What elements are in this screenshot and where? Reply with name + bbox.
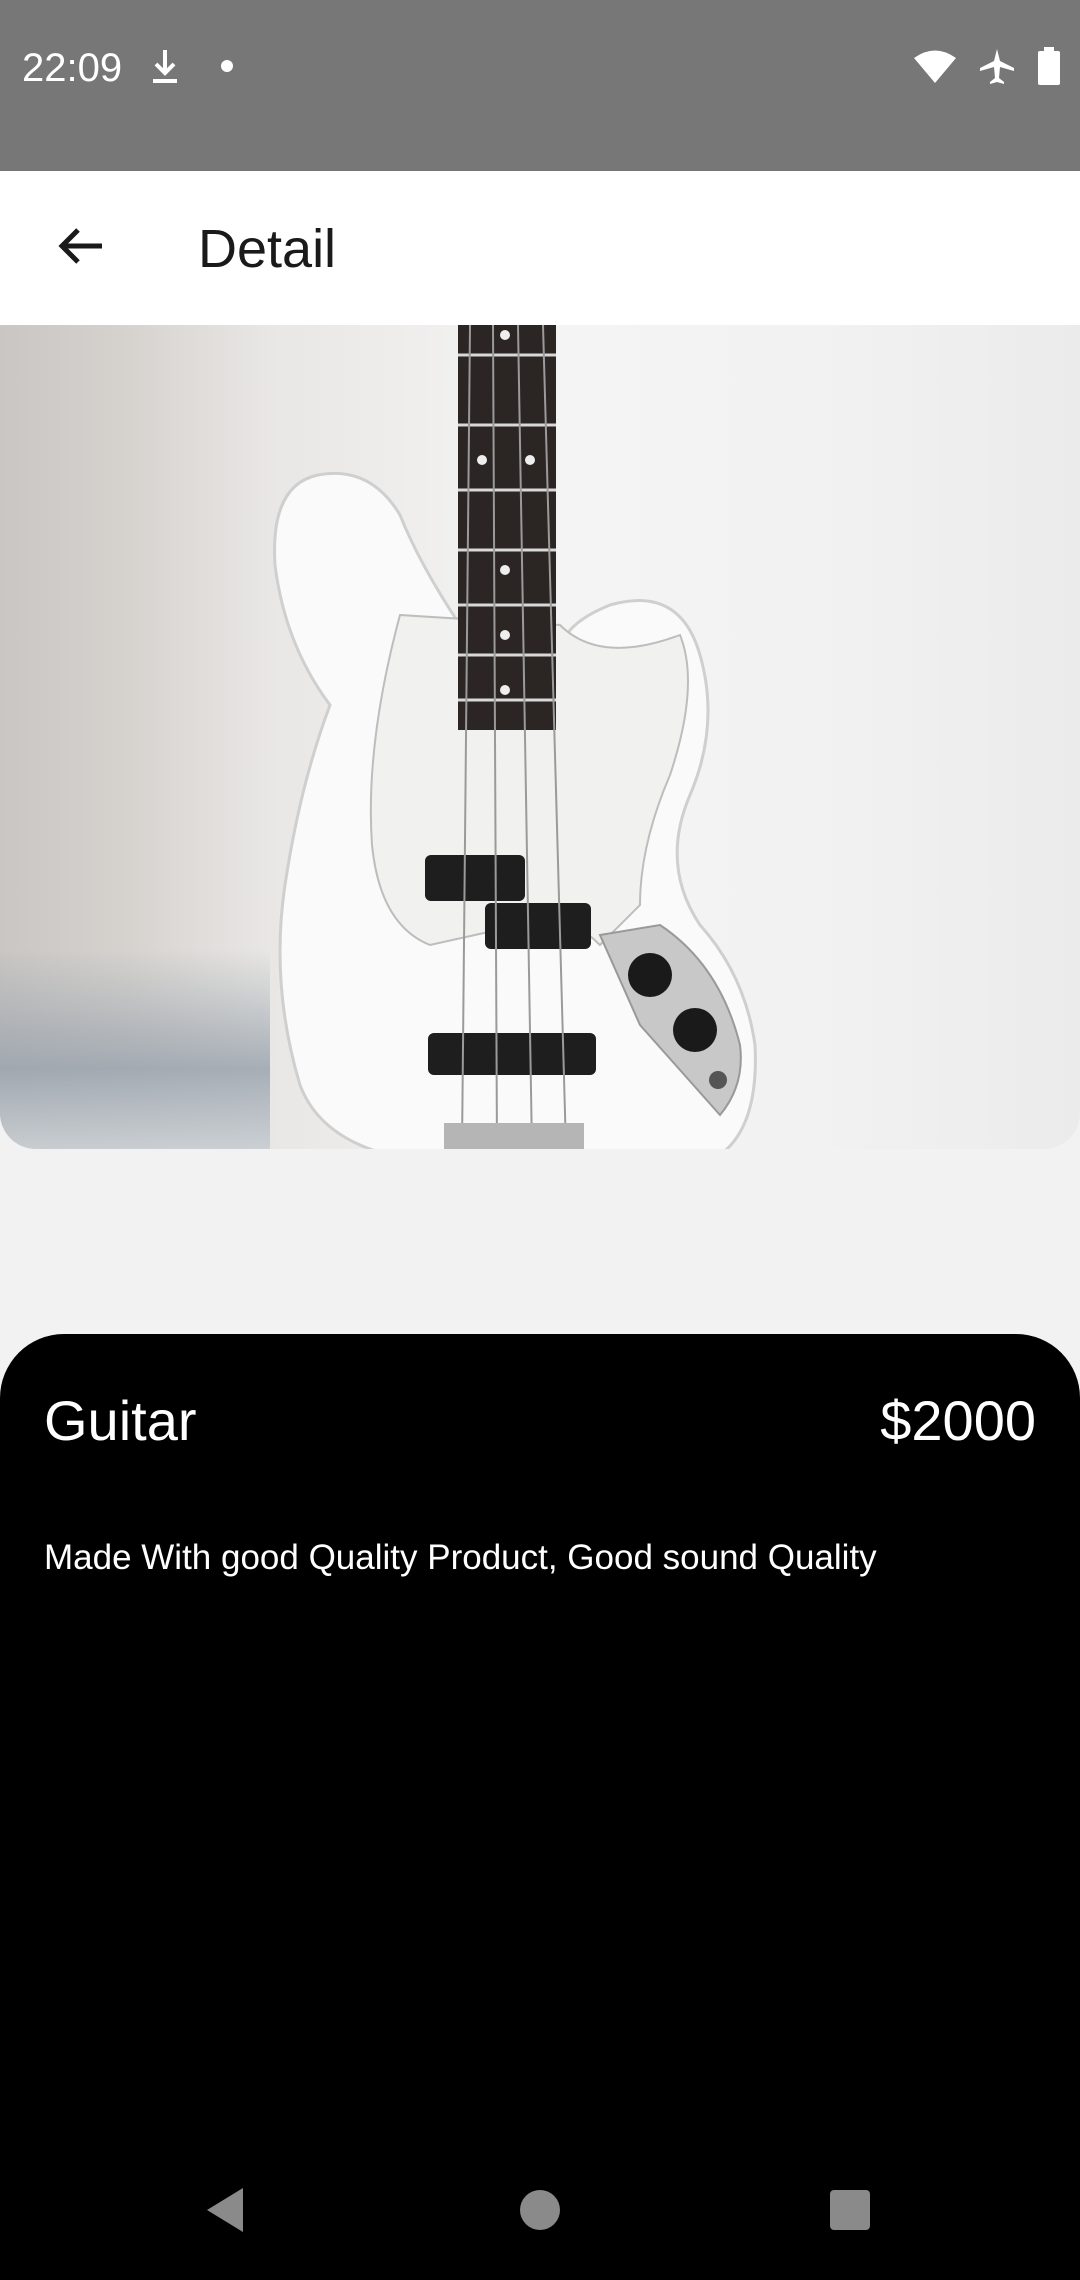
product-description: Made With good Quality Product, Good sou… (44, 1538, 877, 1577)
product-name: Guitar (44, 1389, 197, 1452)
nav-recents-button[interactable] (820, 2182, 880, 2242)
wifi-icon (914, 49, 956, 88)
product-price: $2000 (880, 1389, 1036, 1452)
home-circle-icon (518, 2188, 562, 2237)
recents-square-icon (829, 2189, 871, 2236)
product-image (0, 325, 1080, 1149)
status-left-icons (150, 44, 234, 92)
dot-icon (220, 59, 234, 78)
back-triangle-icon (203, 2186, 247, 2239)
guitar-illustration (273, 325, 757, 1149)
download-icon (150, 46, 180, 91)
system-nav-bar (0, 2144, 1080, 2280)
airplane-icon (978, 47, 1016, 90)
page-title: Detail (198, 219, 337, 279)
status-time: 22:09 (22, 46, 123, 90)
nav-home-button[interactable] (510, 2182, 570, 2242)
app-bar: Detail (0, 171, 1080, 325)
status-bar: 22:09 (0, 0, 1080, 171)
status-right-icons (914, 44, 1060, 92)
battery-icon (1038, 46, 1060, 90)
nav-back-button[interactable] (195, 2182, 255, 2242)
back-button[interactable] (40, 208, 120, 288)
arrow-left-icon (56, 226, 104, 271)
product-detail-card: Guitar $2000 Made With good Quality Prod… (0, 1334, 1080, 2144)
